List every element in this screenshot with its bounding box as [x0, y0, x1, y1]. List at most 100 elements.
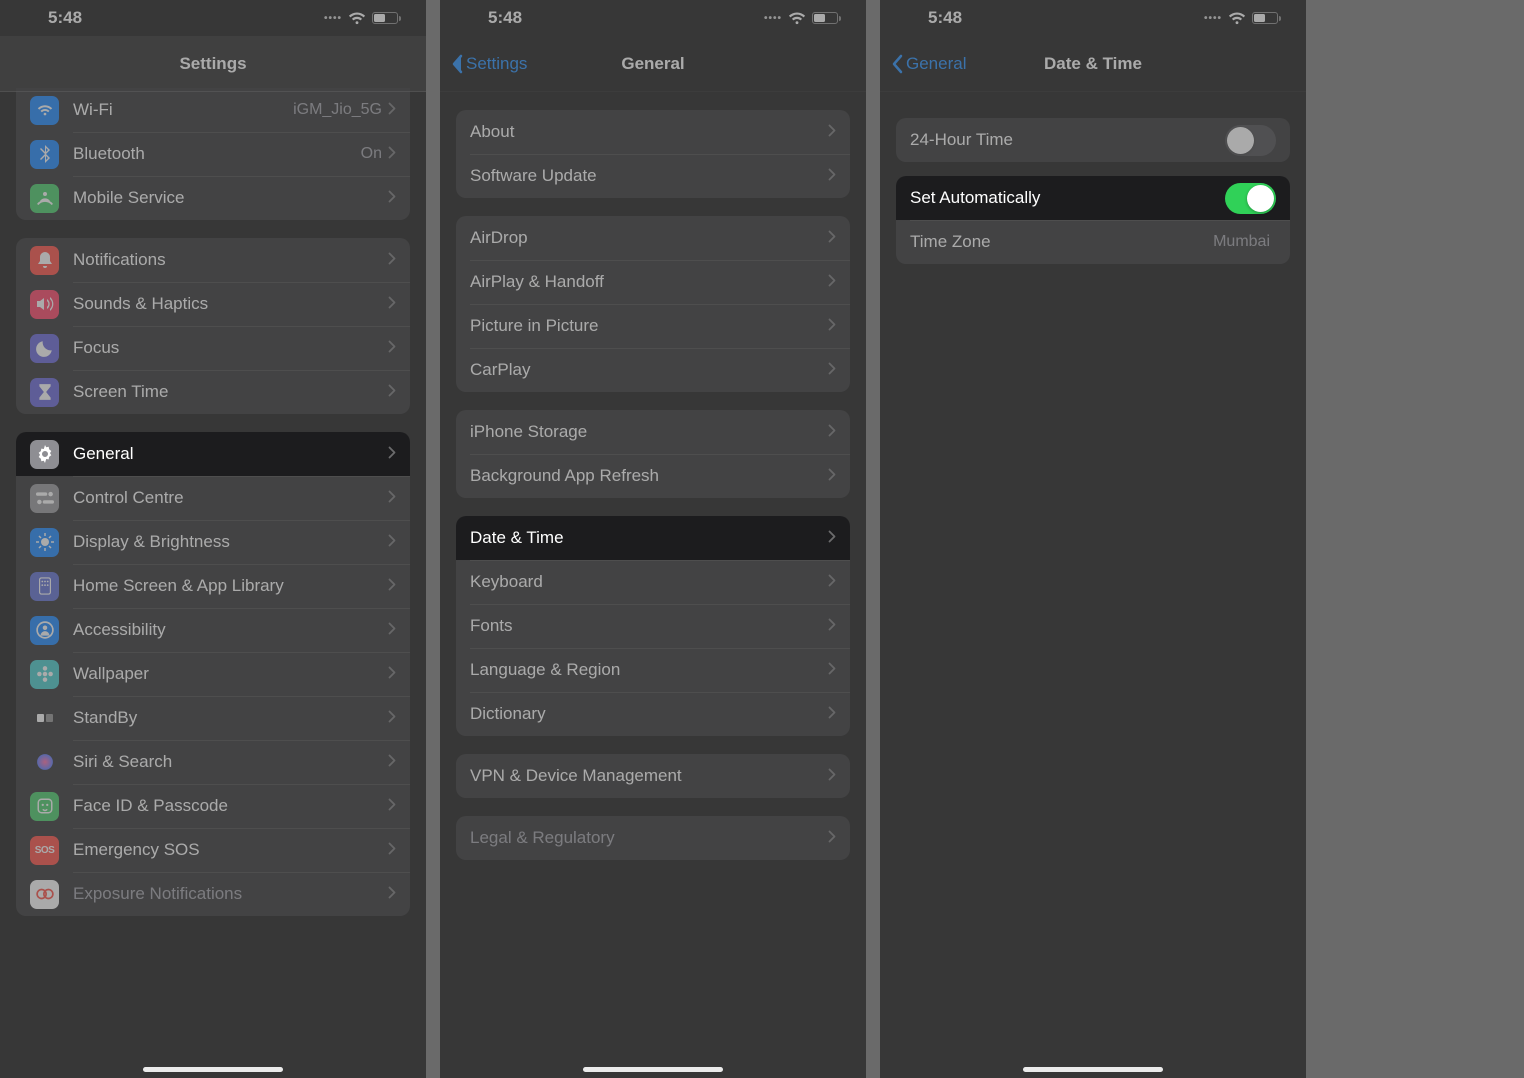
- wifi-icon: [30, 96, 59, 125]
- row-label: CarPlay: [470, 360, 828, 380]
- row-controlcentre[interactable]: Control Centre: [16, 476, 410, 520]
- accessibility-icon: [30, 616, 59, 645]
- chevron-right-icon: [388, 100, 396, 120]
- chevron-right-icon: [388, 884, 396, 904]
- row-keyboard[interactable]: Keyboard: [456, 560, 850, 604]
- row-wifi[interactable]: Wi-FiiGM_Jio_5G: [16, 88, 410, 132]
- chevron-right-icon: [388, 250, 396, 270]
- home-indicator[interactable]: [143, 1067, 283, 1072]
- row-label: Accessibility: [73, 620, 388, 640]
- row-airdrop[interactable]: AirDrop: [456, 216, 850, 260]
- toggle-set-automatically[interactable]: [1225, 183, 1276, 214]
- row-homescreen[interactable]: Home Screen & App Library: [16, 564, 410, 608]
- chevron-right-icon: [388, 576, 396, 596]
- row-label: iPhone Storage: [470, 422, 828, 442]
- back-label: Settings: [466, 54, 527, 74]
- row-datetime[interactable]: Date & Time: [456, 516, 850, 560]
- row-language[interactable]: Language & Region: [456, 648, 850, 692]
- chevron-right-icon: [828, 572, 836, 592]
- page-title: Date & Time: [1044, 54, 1142, 74]
- row-label: Notifications: [73, 250, 388, 270]
- screen-general: 5:48 •••• Settings General AboutSoftware…: [440, 0, 866, 1078]
- row-label: Home Screen & App Library: [73, 576, 388, 596]
- back-button[interactable]: General: [890, 54, 966, 74]
- nav-bar: Settings: [0, 36, 426, 92]
- row-label: Sounds & Haptics: [73, 294, 388, 314]
- row-siri[interactable]: Siri & Search: [16, 740, 410, 784]
- row-general[interactable]: General: [16, 432, 410, 476]
- status-indicators: ••••: [764, 12, 838, 25]
- row-fonts[interactable]: Fonts: [456, 604, 850, 648]
- mobile-icon: [30, 184, 59, 213]
- row-faceid[interactable]: Face ID & Passcode: [16, 784, 410, 828]
- row-notifications[interactable]: Notifications: [16, 238, 410, 282]
- chevron-right-icon: [388, 444, 396, 464]
- row-storage[interactable]: iPhone Storage: [456, 410, 850, 454]
- chevron-right-icon: [388, 796, 396, 816]
- chevron-right-icon: [828, 316, 836, 336]
- back-button[interactable]: Settings: [450, 54, 527, 74]
- row-label: About: [470, 122, 828, 142]
- row-airplay[interactable]: AirPlay & Handoff: [456, 260, 850, 304]
- row-label: Siri & Search: [73, 752, 388, 772]
- chevron-right-icon: [828, 466, 836, 486]
- chevron-left-icon: [450, 54, 464, 74]
- row-label: Set Automatically: [910, 188, 1225, 208]
- status-time: 5:48: [488, 8, 522, 28]
- row-bluetooth[interactable]: BluetoothOn: [16, 132, 410, 176]
- row-refresh[interactable]: Background App Refresh: [456, 454, 850, 498]
- chevron-right-icon: [388, 144, 396, 164]
- home-indicator[interactable]: [1023, 1067, 1163, 1072]
- wifi-icon: [788, 12, 806, 25]
- row-label: Time Zone: [910, 232, 1213, 252]
- row-focus[interactable]: Focus: [16, 326, 410, 370]
- row-mobile[interactable]: Mobile Service: [16, 176, 410, 220]
- row-legal[interactable]: Legal & Regulatory: [456, 816, 850, 860]
- datetime-list[interactable]: 24-Hour Time Set Automatically Time Zone…: [880, 92, 1306, 278]
- row-wallpaper[interactable]: Wallpaper: [16, 652, 410, 696]
- row-about[interactable]: About: [456, 110, 850, 154]
- wifi-icon: [348, 12, 366, 25]
- chevron-right-icon: [828, 660, 836, 680]
- row-software-update[interactable]: Software Update: [456, 154, 850, 198]
- row-dictionary[interactable]: Dictionary: [456, 692, 850, 736]
- row-time-zone[interactable]: Time Zone Mumbai: [896, 220, 1290, 264]
- back-label: General: [906, 54, 966, 74]
- row-accessibility[interactable]: Accessibility: [16, 608, 410, 652]
- row-label: Date & Time: [470, 528, 828, 548]
- row-label: Software Update: [470, 166, 828, 186]
- notifications-icon: [30, 246, 59, 275]
- row-label: Keyboard: [470, 572, 828, 592]
- settings-list[interactable]: Wi-FiiGM_Jio_5GBluetoothOnMobile Service…: [0, 88, 426, 934]
- row-sounds[interactable]: Sounds & Haptics: [16, 282, 410, 326]
- row-label: Focus: [73, 338, 388, 358]
- row-display[interactable]: Display & Brightness: [16, 520, 410, 564]
- nav-bar: General Date & Time: [880, 36, 1306, 92]
- row-label: Bluetooth: [73, 144, 361, 164]
- row-pip[interactable]: Picture in Picture: [456, 304, 850, 348]
- group-auto: Set Automatically Time Zone Mumbai: [896, 176, 1290, 264]
- row-exposure[interactable]: Exposure Notifications: [16, 872, 410, 916]
- row-detail: On: [361, 145, 382, 163]
- row-label: AirDrop: [470, 228, 828, 248]
- general-list[interactable]: About Software Update AirDrop AirPlay & Han…: [440, 92, 866, 878]
- row-label: Control Centre: [73, 488, 388, 508]
- chevron-right-icon: [828, 122, 836, 142]
- status-bar: 5:48 ••••: [440, 0, 866, 36]
- row-label: Display & Brightness: [73, 532, 388, 552]
- focus-icon: [30, 334, 59, 363]
- row-screentime[interactable]: Screen Time: [16, 370, 410, 414]
- screen-settings: 5:48 •••• Settings Wi-FiiGM_Jio_5GBlueto…: [0, 0, 426, 1078]
- row-set-automatically[interactable]: Set Automatically: [896, 176, 1290, 220]
- row-sos[interactable]: SOSEmergency SOS: [16, 828, 410, 872]
- home-indicator[interactable]: [583, 1067, 723, 1072]
- toggle-24-hour[interactable]: [1225, 125, 1276, 156]
- row-24-hour-time[interactable]: 24-Hour Time: [896, 118, 1290, 162]
- row-carplay[interactable]: CarPlay: [456, 348, 850, 392]
- row-standby[interactable]: StandBy: [16, 696, 410, 740]
- row-label: Fonts: [470, 616, 828, 636]
- general-group: About Software Update: [456, 110, 850, 198]
- row-vpn[interactable]: VPN & Device Management: [456, 754, 850, 798]
- settings-group: General Control Centre Display & Brightnes…: [16, 432, 410, 916]
- settings-group: Notifications Sounds & Haptics Focus Screen…: [16, 238, 410, 414]
